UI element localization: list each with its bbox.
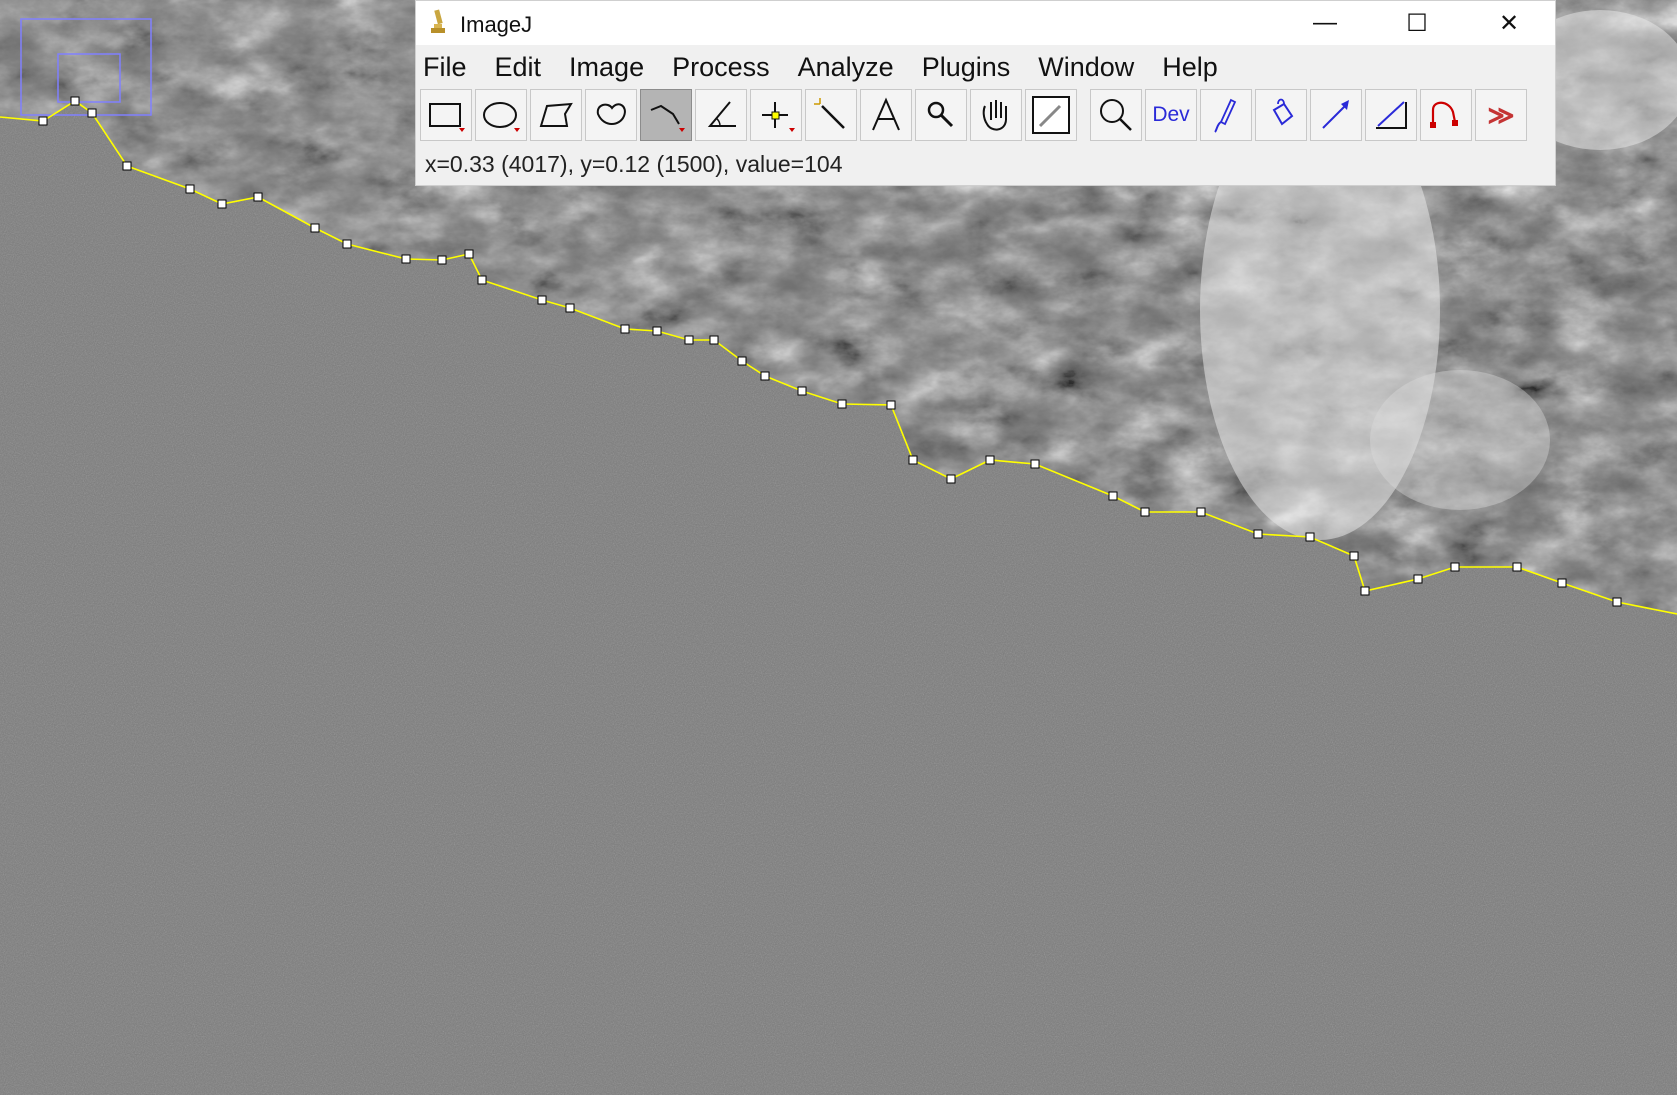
roi-handle[interactable] [709,335,719,345]
roi-handle[interactable] [253,192,263,202]
roi-handle[interactable] [1512,562,1522,572]
segmented-line-icon [650,104,685,132]
roi-handle[interactable] [342,239,352,249]
flood-fill-icon [1272,98,1294,126]
freehand-icon [596,103,626,125]
menu-edit[interactable]: Edit [495,52,542,83]
wand-tool-button[interactable] [805,89,857,141]
point-tool-button[interactable] [750,89,802,141]
more-tools-button[interactable]: ≫ [1475,89,1527,141]
roi-handle[interactable] [122,161,132,171]
oval-icon [483,102,520,132]
microscope-icon [431,9,445,33]
minimize-button[interactable]: — [1279,1,1371,45]
menu-file[interactable]: File [423,52,467,83]
roi-handle[interactable] [1413,574,1423,584]
roi-handle[interactable] [946,474,956,484]
angle-tool-button[interactable] [695,89,747,141]
magnifier-icon [927,101,954,128]
roi-handle[interactable] [1108,491,1118,501]
roi-handle[interactable] [217,199,227,209]
roi-handle[interactable] [437,255,447,265]
dev-tool-button[interactable]: Dev [1145,89,1197,141]
roi-handle[interactable] [1305,532,1315,542]
polygon-icon [539,102,573,127]
roi-handle[interactable] [886,400,896,410]
rectangle-icon [429,103,465,132]
more-tools-label: ≫ [1487,99,1515,130]
roi-handle[interactable] [38,116,48,126]
roi-handle[interactable] [1450,562,1460,572]
menu-image[interactable]: Image [569,52,644,83]
point-icon [762,102,795,132]
hand-icon [982,100,1007,131]
rectangle-tool-button[interactable] [420,89,472,141]
roi-handle[interactable] [1196,507,1206,517]
roi-handle[interactable] [985,455,995,465]
roi-handle[interactable] [537,295,547,305]
curve-tool-button[interactable] [1420,89,1472,141]
roi-handle[interactable] [464,249,474,259]
zoom-icon [1100,99,1132,131]
roi-handle[interactable] [1360,586,1370,596]
roi-handle[interactable] [1349,551,1359,561]
roi-handle[interactable] [477,275,487,285]
line-edit-tool-button[interactable] [1365,89,1417,141]
zoom-tool-button[interactable] [1090,89,1142,141]
roi-handle[interactable] [70,96,80,106]
menu-analyze[interactable]: Analyze [798,52,894,83]
roi-handle[interactable] [620,324,630,334]
text-icon [872,97,900,131]
maximize-button[interactable]: ☐ [1371,1,1463,45]
menu-process[interactable]: Process [672,52,770,83]
menu-window[interactable]: Window [1038,52,1134,83]
magnifier-tool-button[interactable] [915,89,967,141]
menu-plugins[interactable]: Plugins [922,52,1011,83]
dev-label: Dev [1152,103,1190,126]
title-bar[interactable]: ImageJ — ☐ ✕ [416,1,1555,45]
roi-handle[interactable] [1612,597,1622,607]
roi-handle[interactable] [760,371,770,381]
line-edit-icon [1376,101,1407,129]
menu-bar: File Edit Image Process Analyze Plugins … [416,45,1555,89]
menu-help[interactable]: Help [1162,52,1218,83]
roi-handle[interactable] [185,184,195,194]
roi-handle[interactable] [797,386,807,396]
window-title: ImageJ [460,12,533,37]
hand-tool-button[interactable] [970,89,1022,141]
curve-icon [1430,101,1458,128]
roi-handle[interactable] [652,326,662,336]
roi-handle[interactable] [310,223,320,233]
segmented-line-tool-button[interactable] [640,89,692,141]
roi-handle[interactable] [1030,459,1040,469]
polygon-tool-button[interactable] [530,89,582,141]
roi-handle[interactable] [684,335,694,345]
roi-handle[interactable] [401,254,411,264]
color-picker-tool-button[interactable] [1025,89,1077,141]
arrow-icon [1322,100,1349,129]
brush-icon [1214,98,1237,133]
roi-handle[interactable] [837,399,847,409]
eyedropper-icon [1032,96,1070,134]
roi-handle[interactable] [565,303,575,313]
imagej-window: ImageJ — ☐ ✕ File Edit Image Process Ana… [415,0,1556,186]
roi-handle[interactable] [1557,578,1567,588]
flood-fill-tool-button[interactable] [1255,89,1307,141]
status-bar: x=0.33 (4017), y=0.12 (1500), value=104 [425,151,843,177]
angle-icon [707,101,736,127]
brush-tool-button[interactable] [1200,89,1252,141]
oval-tool-button[interactable] [475,89,527,141]
roi-handle[interactable] [87,108,97,118]
roi-handle[interactable] [737,356,747,366]
roi-handle[interactable] [1253,529,1263,539]
roi-handle[interactable] [908,455,918,465]
arrow-tool-button[interactable] [1310,89,1362,141]
close-button[interactable]: ✕ [1463,1,1555,45]
text-tool-button[interactable] [860,89,912,141]
roi-handle[interactable] [1140,507,1150,517]
magic-wand-icon [814,98,845,129]
freehand-tool-button[interactable] [585,89,637,141]
